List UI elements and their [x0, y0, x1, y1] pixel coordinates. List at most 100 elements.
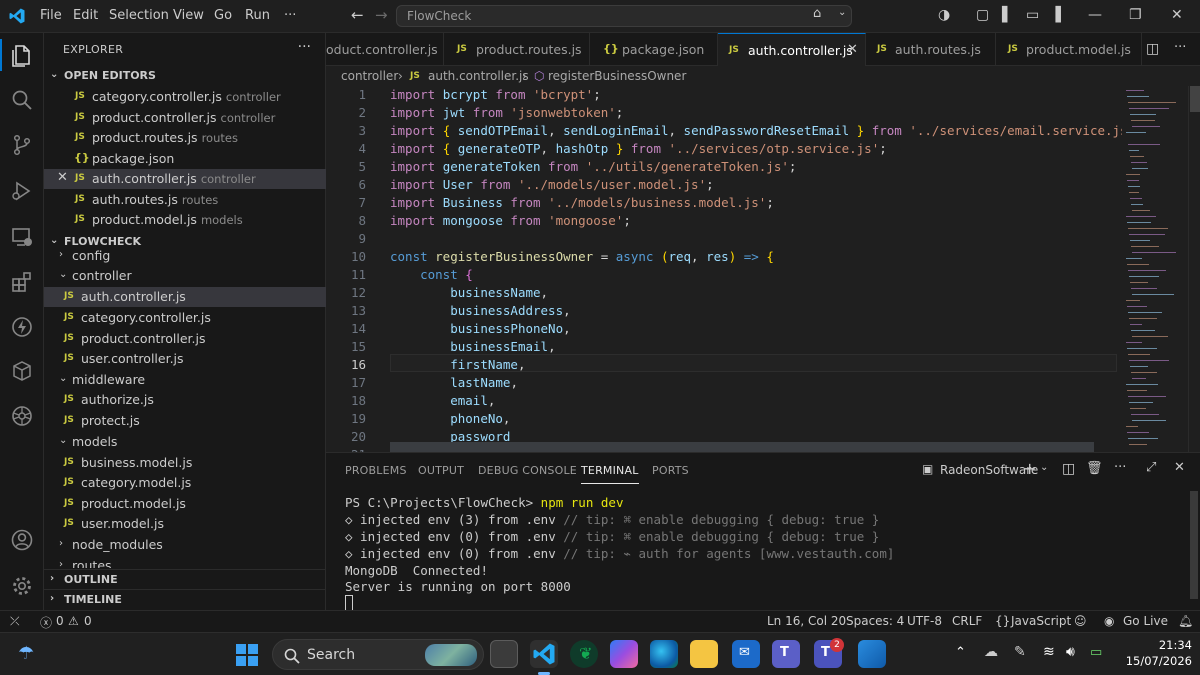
remote-explorer-icon[interactable] — [10, 225, 34, 249]
tree-file[interactable]: JS business.model.js — [44, 453, 326, 473]
weather-icon[interactable]: ☂ — [18, 643, 34, 664]
run-debug-icon[interactable] — [10, 179, 34, 203]
menu-run[interactable]: Run — [245, 8, 270, 23]
timeline-header[interactable]: › TIMELINE — [44, 589, 326, 609]
tab-product-model[interactable]: JS product.model.js — [996, 33, 1142, 66]
more-actions-icon[interactable]: ··· — [1114, 460, 1126, 475]
panel-tab-terminal[interactable]: TERMINAL — [581, 464, 639, 484]
tree-file[interactable]: JS product.controller.js — [44, 329, 326, 349]
new-terminal-icon[interactable]: + — [1023, 459, 1036, 478]
minimap[interactable] — [1122, 86, 1188, 452]
tree-file[interactable]: JS protect.js — [44, 411, 326, 431]
menu-more[interactable]: ··· — [284, 8, 296, 23]
tree-folder[interactable]: ⌄ models — [44, 432, 326, 452]
tree-folder[interactable]: › config — [44, 246, 326, 266]
tree-folder[interactable]: › routes — [44, 556, 326, 568]
copilot-status-icon[interactable]: ☺ — [1074, 614, 1087, 628]
toggle-panel-icon[interactable]: ▭ — [1026, 7, 1039, 23]
tab-auth-routes[interactable]: JS auth.routes.js — [866, 33, 996, 66]
outlook-icon[interactable]: ✉ — [732, 640, 760, 668]
menu-go[interactable]: Go — [214, 8, 232, 23]
pen-tray-icon[interactable]: ✎ — [1014, 644, 1026, 660]
notifications-bell-icon[interactable]: 🔔︎ — [1178, 614, 1193, 628]
nav-back-icon[interactable]: ← — [351, 6, 364, 24]
clock-time[interactable]: 21:34 — [1159, 638, 1192, 652]
breadcrumb-folder[interactable]: controller — [341, 69, 398, 83]
menu-file[interactable]: File — [40, 8, 62, 23]
outline-header[interactable]: › OUTLINE — [44, 569, 326, 589]
close-window-icon[interactable]: ✕ — [1171, 7, 1183, 23]
close-editor-icon[interactable]: ✕ — [57, 170, 68, 185]
search-icon[interactable] — [10, 88, 34, 112]
settings-gear-icon[interactable] — [10, 574, 34, 598]
restore-icon[interactable]: ❐ — [1129, 7, 1142, 23]
explorer-more-icon[interactable]: ··· — [298, 39, 311, 55]
scrollbar-thumb[interactable] — [1190, 491, 1198, 599]
account-icon[interactable] — [10, 528, 34, 552]
explorer-icon[interactable] — [10, 43, 34, 67]
tree-folder[interactable]: ⌄ controller — [44, 266, 326, 286]
onedrive-icon[interactable]: ☁ — [984, 644, 998, 660]
terminal-output[interactable]: PS C:\Projects\FlowCheck> npm run dev ◇ … — [326, 485, 1188, 611]
volume-icon[interactable]: 🔊︎ — [1066, 644, 1075, 660]
open-editor-item-active[interactable]: ✕ JS auth.controller.js controller — [44, 169, 326, 189]
maximize-panel-icon[interactable]: ⤢ — [1146, 460, 1156, 475]
tree-file[interactable]: JS category.controller.js — [44, 308, 326, 328]
warning-count[interactable]: 0 — [84, 614, 92, 628]
tree-file[interactable]: JS category.model.js — [44, 473, 326, 493]
tree-file[interactable]: JS user.controller.js — [44, 349, 326, 369]
close-panel-icon[interactable]: ✕ — [1174, 460, 1185, 475]
extensions-icon[interactable] — [10, 270, 34, 294]
vertical-scrollbar[interactable] — [1188, 86, 1200, 452]
edge-browser-icon[interactable] — [650, 640, 678, 668]
menu-view[interactable]: View — [173, 8, 204, 23]
chevron-down-icon[interactable]: ⌄ — [838, 7, 846, 18]
warning-icon[interactable]: ⚠ — [68, 614, 79, 628]
tree-file[interactable]: JS product.model.js — [44, 494, 326, 514]
nav-forward-icon[interactable]: → — [375, 6, 388, 24]
toggle-secondary-sidebar-icon[interactable]: ▐ — [1050, 7, 1061, 23]
tray-chevron-up-icon[interactable]: ⌃ — [955, 645, 966, 660]
wifi-icon[interactable]: ≋ — [1043, 644, 1055, 660]
teams-icon[interactable]: T — [772, 640, 800, 668]
open-editor-item[interactable]: JS auth.routes.js routes — [44, 190, 326, 210]
vscode-taskbar-icon[interactable] — [530, 640, 558, 668]
panel-tab-output[interactable]: OUTPUT — [418, 464, 464, 477]
menu-selection[interactable]: Selection — [109, 8, 169, 23]
command-center[interactable]: FlowCheck — [396, 5, 852, 27]
tree-file[interactable]: JS user.model.js — [44, 514, 326, 534]
panel-tab-ports[interactable]: PORTS — [652, 464, 689, 477]
tab-product-controller[interactable]: oduct.controller.js — [326, 33, 444, 66]
more-actions-icon[interactable]: ··· — [1174, 40, 1186, 55]
error-icon[interactable]: ⓧ — [40, 614, 52, 631]
toggle-sidebar-icon[interactable]: ▌ — [1002, 7, 1013, 23]
tree-file[interactable]: JS authorize.js — [44, 390, 326, 410]
taskbar-search[interactable]: Search — [272, 639, 484, 670]
menu-edit[interactable]: Edit — [73, 8, 98, 23]
battery-charging-icon[interactable]: ▭ — [1090, 645, 1102, 660]
close-tab-icon[interactable]: ✕ — [847, 42, 858, 57]
split-terminal-icon[interactable]: ◫ — [1062, 461, 1075, 477]
tab-product-routes[interactable]: JS product.routes.js — [444, 33, 590, 66]
remote-icon[interactable]: ⤫ — [10, 614, 20, 629]
task-view-icon[interactable] — [490, 640, 518, 668]
open-editors-header[interactable]: ⌄ OPEN EDITORS — [44, 66, 326, 86]
language-mode[interactable]: JavaScript — [1011, 614, 1071, 628]
open-editor-item[interactable]: JS product.routes.js routes — [44, 128, 326, 148]
source-control-icon[interactable] — [10, 133, 34, 157]
cursor-position[interactable]: Ln 16, Col 20 — [767, 614, 846, 628]
tree-folder[interactable]: ⌄ middleware — [44, 370, 326, 390]
line-ending[interactable]: CRLF — [952, 614, 982, 628]
indentation[interactable]: Spaces: 4 — [846, 614, 904, 628]
windows-start-icon[interactable] — [236, 644, 258, 666]
scrollbar-thumb[interactable] — [1190, 86, 1200, 112]
file-explorer-icon[interactable] — [690, 640, 718, 668]
accounts-icon[interactable]: ◑ — [938, 7, 950, 23]
photos-app-icon[interactable] — [858, 640, 886, 668]
trash-icon[interactable]: 🗑 — [1086, 461, 1103, 476]
terminal-scrollbar[interactable] — [1188, 483, 1200, 611]
copilot-app-icon[interactable] — [610, 640, 638, 668]
tree-folder[interactable]: › node_modules — [44, 535, 326, 555]
chevron-down-icon[interactable]: ⌄ — [1040, 462, 1048, 473]
horizontal-scrollbar[interactable] — [390, 442, 1094, 452]
